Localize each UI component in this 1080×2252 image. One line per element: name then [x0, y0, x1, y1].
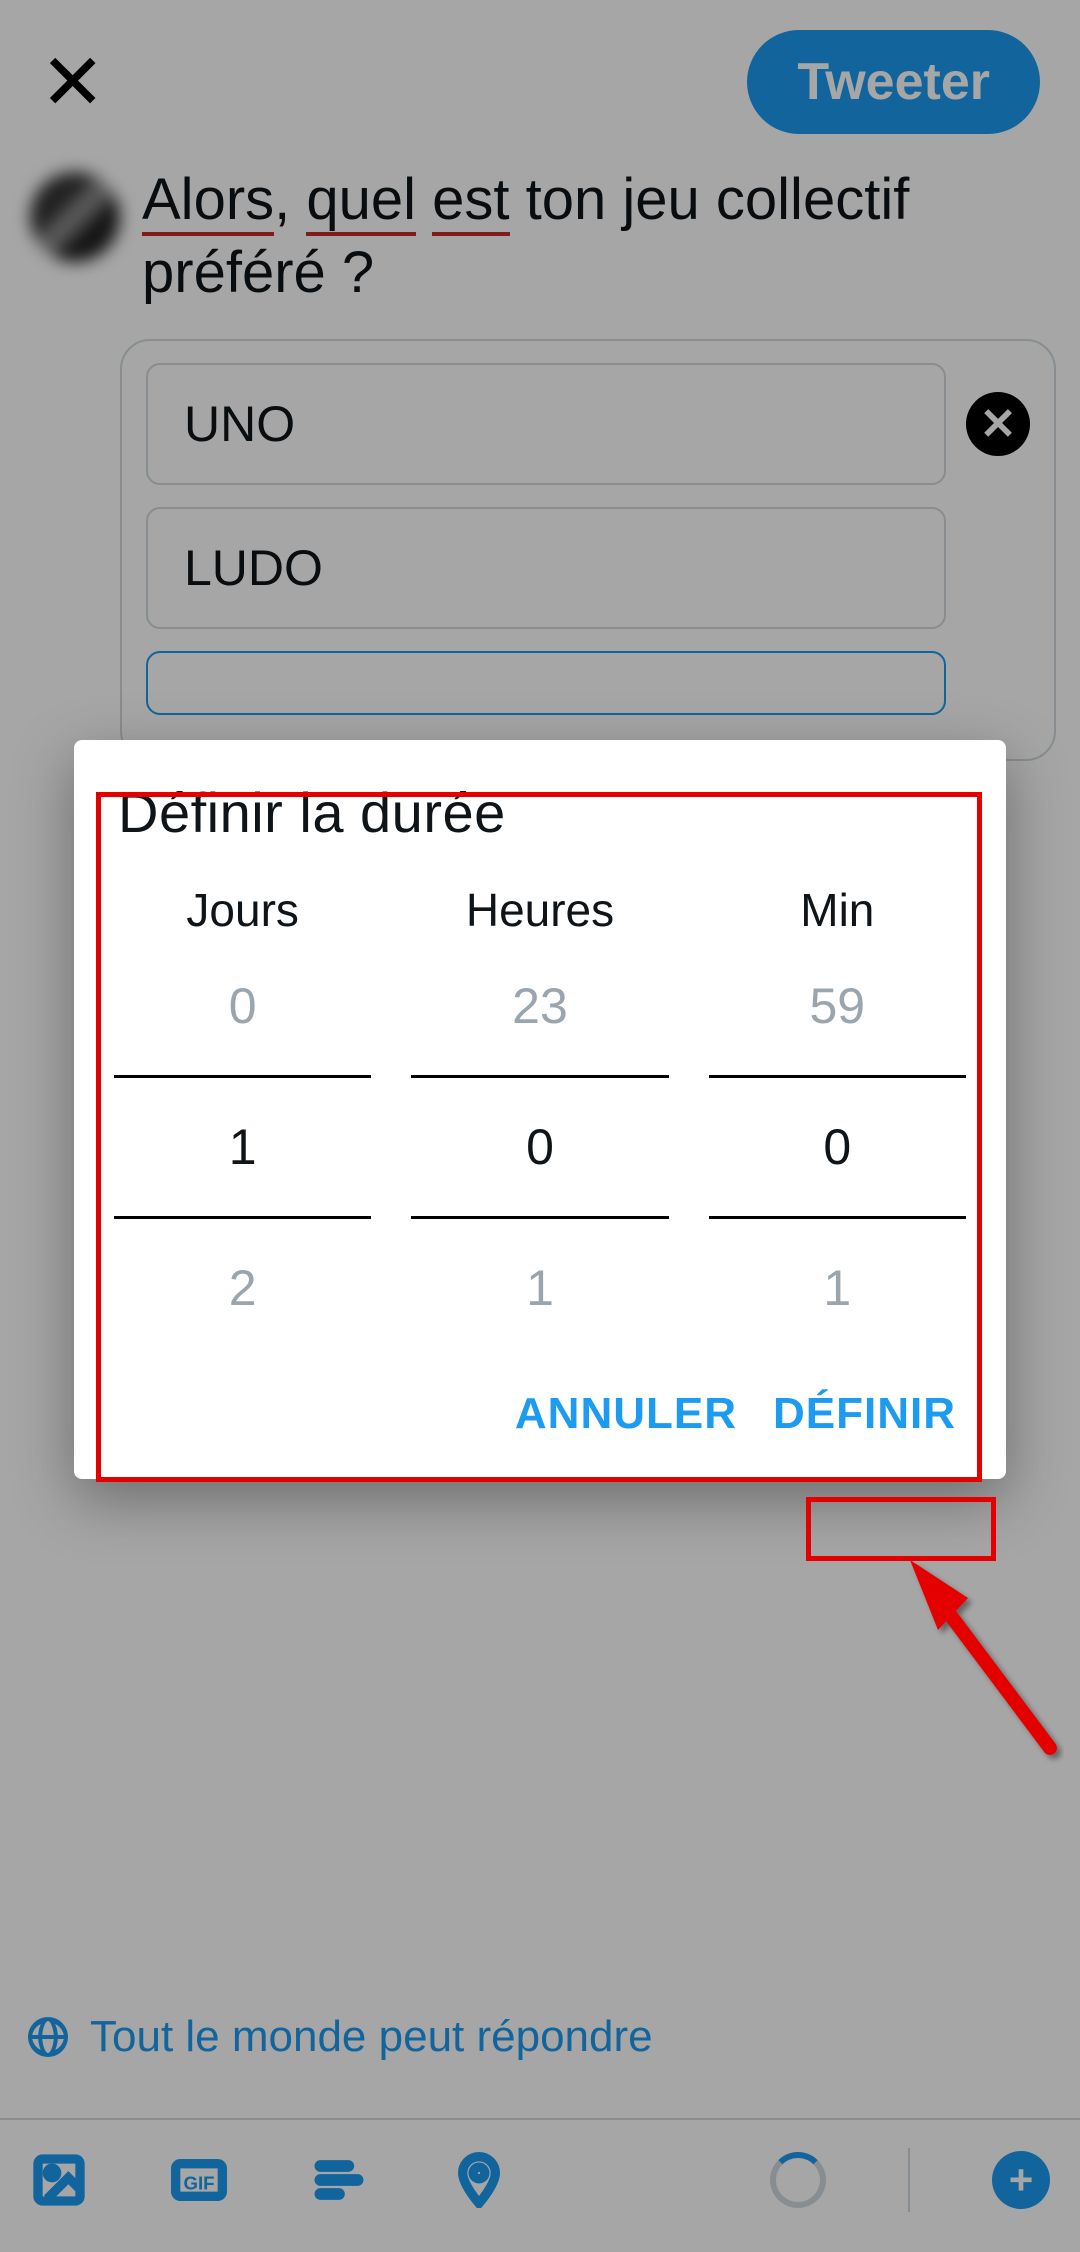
tweet-button[interactable]: Tweeter [747, 30, 1040, 134]
days-column[interactable]: Jours 0 1 2 [114, 861, 371, 1353]
minutes-label: Min [709, 883, 966, 937]
image-icon[interactable] [30, 2151, 88, 2209]
remove-poll-icon[interactable]: ✕ [966, 392, 1030, 456]
char-count-ring [770, 2152, 826, 2208]
poll-option-2[interactable]: LUDO [146, 507, 946, 629]
days-next: 2 [114, 1259, 371, 1317]
poll-option-3[interactable] [146, 651, 946, 715]
minutes-next: 1 [709, 1259, 966, 1317]
hours-next: 1 [411, 1259, 668, 1317]
gif-icon[interactable]: GIF [170, 2151, 228, 2209]
add-tweet-button[interactable]: + [992, 2151, 1050, 2209]
compose-text[interactable]: Alors, quel est ton jeu collectif préfér… [142, 164, 1050, 309]
reply-settings[interactable]: Tout le monde peut répondre [24, 2012, 653, 2062]
days-prev: 0 [114, 977, 371, 1035]
modal-title: Définir la durée [74, 776, 1006, 861]
svg-text:GIF: GIF [183, 2172, 214, 2193]
annotation-box-confirm [806, 1497, 996, 1561]
hours-label: Heures [411, 883, 668, 937]
poll-icon[interactable] [310, 2151, 368, 2209]
avatar [30, 172, 120, 262]
days-label: Jours [114, 883, 371, 937]
annotation-arrow [890, 1548, 1080, 1783]
poll-container: UNO ✕ LUDO [120, 339, 1056, 761]
location-icon[interactable] [450, 2151, 508, 2209]
cancel-button[interactable]: ANNULER [515, 1389, 737, 1439]
hours-selected: 0 [411, 1075, 668, 1219]
globe-icon [24, 2013, 72, 2061]
confirm-button[interactable]: DÉFINIR [773, 1389, 956, 1439]
compose-toolbar: GIF + [0, 2118, 1080, 2212]
poll-option-1[interactable]: UNO [146, 363, 946, 485]
minutes-selected: 0 [709, 1075, 966, 1219]
close-icon[interactable]: ✕ [40, 43, 105, 121]
days-selected: 1 [114, 1075, 371, 1219]
minutes-column[interactable]: Min 59 0 1 [709, 861, 966, 1353]
minutes-prev: 59 [709, 977, 966, 1035]
reply-settings-label: Tout le monde peut répondre [90, 2012, 653, 2062]
duration-modal: Définir la durée Jours 0 1 2 Heures 23 0… [74, 740, 1006, 1479]
hours-prev: 23 [411, 977, 668, 1035]
hours-column[interactable]: Heures 23 0 1 [411, 861, 668, 1353]
